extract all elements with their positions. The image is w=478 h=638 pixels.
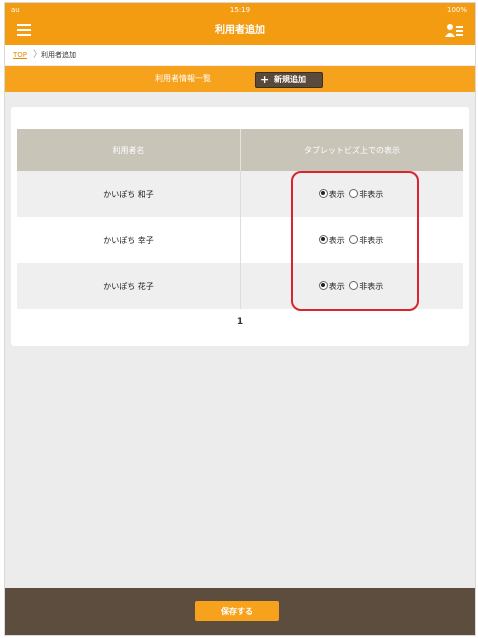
annotation-highlight-box <box>291 171 419 311</box>
battery-label: 100% <box>446 6 467 14</box>
user-list-icon[interactable] <box>445 23 463 39</box>
table-header-row: 利用者名 タブレットビズ上での表示 <box>17 129 463 171</box>
status-time: 15:19 <box>229 6 251 14</box>
pagination-current-page[interactable]: 1 <box>11 317 469 327</box>
footer-bar: 保存する <box>5 588 475 635</box>
breadcrumb-current: 利用者追加 <box>41 51 76 59</box>
add-user-button[interactable]: + 新規追加 <box>255 72 323 88</box>
plus-icon: + <box>260 73 270 86</box>
user-name: かいぽち 幸子 <box>17 217 241 263</box>
section-bar: 利用者情報一覧 + 新規追加 <box>5 66 475 92</box>
app-frame: au 15:19 100% 利用者追加 TOP 〉 利用者追加 利用者情報一覧 … <box>4 2 476 636</box>
column-header-name: 利用者名 <box>17 129 241 171</box>
section-title: 利用者情報一覧 <box>155 74 211 83</box>
user-name: かいぽち 花子 <box>17 263 241 309</box>
add-user-label: 新規追加 <box>274 75 306 84</box>
save-button[interactable]: 保存する <box>195 601 279 621</box>
app-header: 利用者追加 <box>5 17 475 45</box>
breadcrumb: TOP 〉 利用者追加 <box>5 45 475 65</box>
user-name: かいぽち 和子 <box>17 171 241 217</box>
breadcrumb-top-link[interactable]: TOP <box>13 45 27 65</box>
status-bar: au 15:19 100% <box>5 3 475 17</box>
page-title: 利用者追加 <box>215 25 265 36</box>
column-header-display: タブレットビズ上での表示 <box>240 129 463 171</box>
